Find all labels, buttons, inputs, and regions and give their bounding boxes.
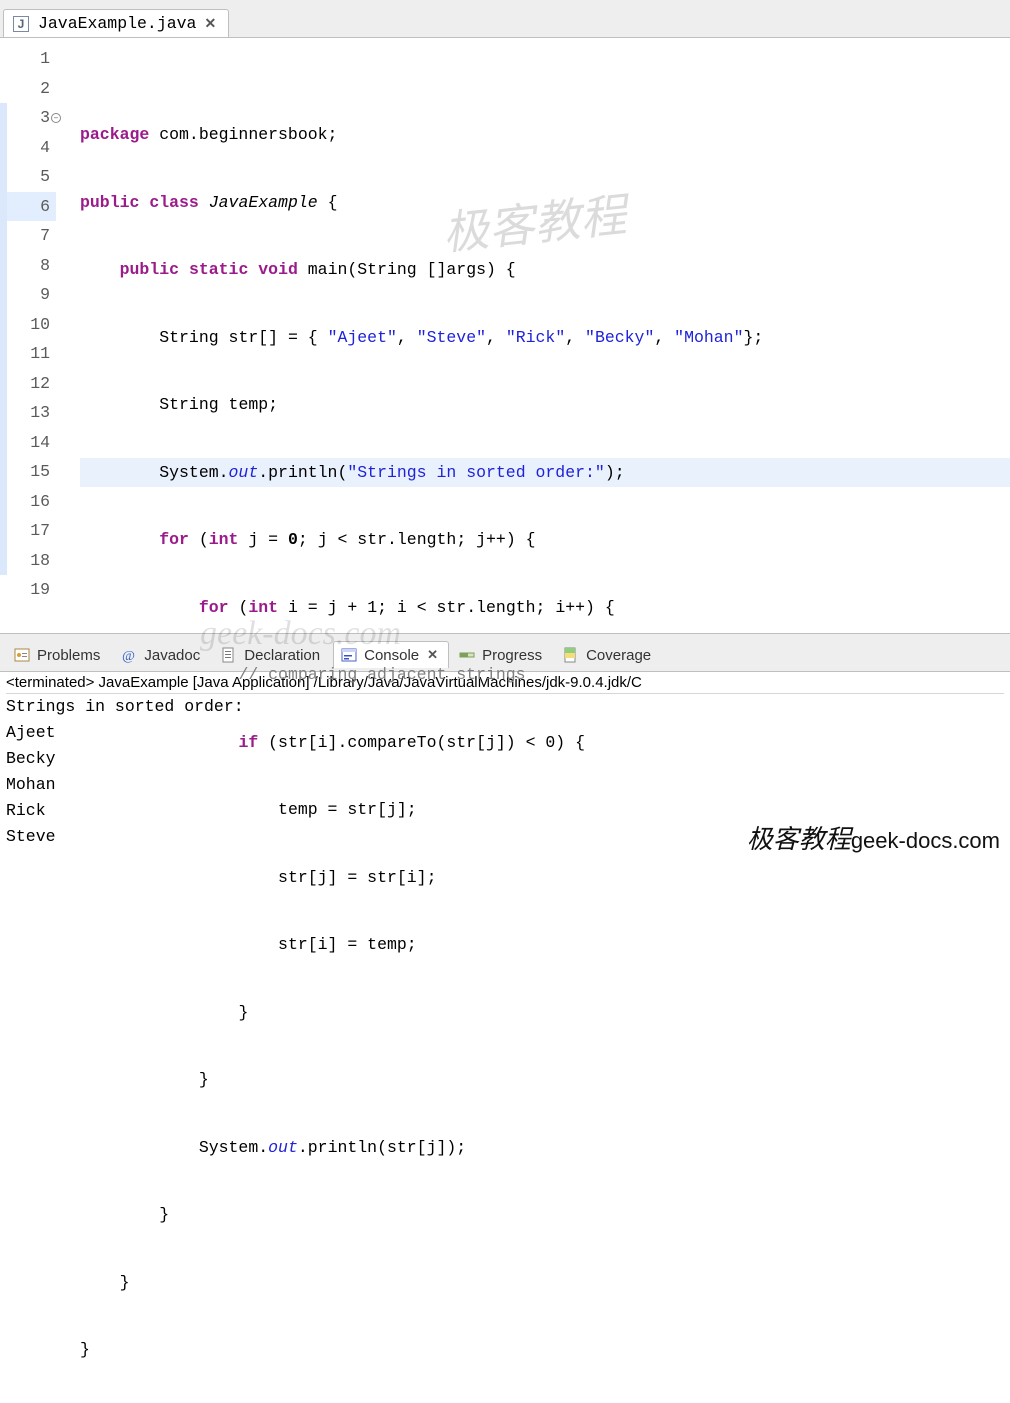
line-number: 1 [0, 44, 56, 74]
editor-tabbar: J JavaExample.java ✕ [0, 0, 1010, 38]
line-number: 2 [0, 74, 56, 104]
code-area[interactable]: 极客教程 package com.beginnersbook; public c… [62, 38, 1010, 633]
editor-tab-javaexample[interactable]: J JavaExample.java ✕ [3, 9, 229, 37]
footer-watermark: 极客教程geek-docs.com [747, 819, 1000, 856]
line-number: 11 [0, 339, 56, 369]
line-number: 18 [0, 546, 56, 576]
line-number: 4 [0, 133, 56, 163]
problems-icon [13, 646, 31, 664]
line-number: 13 [0, 398, 56, 428]
line-number: 19 [0, 575, 56, 605]
line-number: 9 [0, 280, 56, 310]
code-editor[interactable]: 123–45678910111213141516171819 极客教程 pack… [0, 38, 1010, 633]
line-number: 5 [0, 162, 56, 192]
line-number: 10 [0, 310, 56, 340]
line-gutter: 123–45678910111213141516171819 [0, 38, 62, 633]
line-number: 12 [0, 369, 56, 399]
line-number: 16 [0, 487, 56, 517]
line-number: 7 [0, 221, 56, 251]
line-number: 8 [0, 251, 56, 281]
line-number: 14 [0, 428, 56, 458]
java-file-icon: J [12, 15, 30, 33]
editor-tab-filename: JavaExample.java [38, 14, 196, 33]
line-number: 17 [0, 516, 56, 546]
fold-icon[interactable]: – [51, 113, 61, 123]
line-number: 15 [0, 457, 56, 487]
line-number: 6 [0, 192, 56, 222]
line-number: 3– [0, 103, 56, 133]
close-icon[interactable]: ✕ [204, 15, 216, 32]
